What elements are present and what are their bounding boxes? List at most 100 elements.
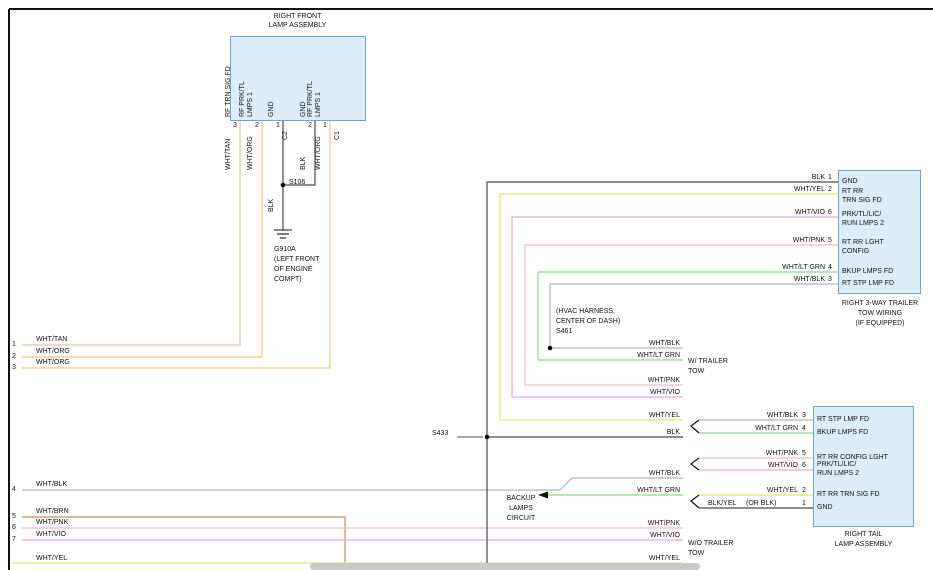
wire-label: WHT/YEL	[770, 186, 825, 194]
trailer-box-caption: RIGHT 3-WAY TRAILER	[830, 300, 930, 308]
pin-number: 6	[828, 209, 832, 217]
pin-number: 3	[233, 122, 237, 130]
terminal-label: GND	[817, 504, 833, 512]
wire-label-alt: (OR BLK)	[746, 500, 776, 508]
pin-number: 3	[828, 276, 832, 284]
wire-label: WHT/YEL	[36, 555, 67, 563]
ground-id: G910A	[274, 246, 296, 254]
wire-label: WHT/LT GRN	[620, 487, 680, 495]
ground-location: OF ENGINE	[274, 266, 313, 274]
splice-location: (HVAC HARNESS,	[556, 308, 615, 316]
splice-s106-dot	[281, 183, 286, 188]
wire-label: WHT/LT GRN	[620, 352, 680, 360]
wiring-layer	[0, 0, 933, 570]
trailer-box-caption: TOW WIRING	[830, 310, 930, 318]
wire-wht-brn-feed	[22, 517, 345, 570]
wire-label: WHT/PNK	[620, 377, 680, 385]
wire-label: WHT/YEL	[620, 555, 680, 563]
wire-label: BLK	[300, 157, 307, 170]
wire-label: WHT/PNK	[770, 237, 825, 245]
splice-location: CENTER OF DASH)	[556, 318, 620, 326]
wire-label: WHT/YEL	[740, 487, 798, 495]
wire-wht-lt-grn-trailer	[538, 272, 838, 360]
terminal-label: RF PRK/TL	[307, 81, 314, 117]
trailer-box-caption: (IF EQUIPPED)	[830, 320, 930, 328]
terminal-label: RT RR TRN SIG FD	[817, 491, 880, 499]
horizontal-scrollbar-thumb[interactable]	[310, 563, 700, 570]
merge-chevron-icon	[691, 495, 699, 508]
wire-wht-org-front-2	[22, 121, 330, 368]
terminal-label: RT STP LMP FD	[817, 416, 869, 424]
backup-circuit-caption: BACKUP	[500, 495, 542, 503]
wire-label: WHT/VIO	[620, 389, 680, 397]
terminal-label: RUN LMPS 2	[842, 220, 884, 228]
pin-number: 2	[255, 122, 259, 130]
terminal-label: GND	[842, 178, 858, 186]
splice-s433-dot	[485, 435, 490, 440]
pin-number: 5	[828, 237, 832, 245]
tail-box-caption: LAMP ASSEMBLY	[813, 541, 914, 549]
wire-number: 1	[12, 341, 16, 349]
wire-label: WHT/BLK	[620, 470, 680, 478]
merge-chevron-icon	[691, 420, 699, 433]
wire-label: WHT/VIO	[36, 531, 66, 539]
wire-label: WHT/TAN	[225, 139, 232, 170]
pin-number: 6	[802, 462, 806, 470]
wire-label: WHT/BLK	[770, 276, 825, 284]
tail-box-caption: RIGHT TAIL	[813, 531, 914, 539]
pin-number: 4	[828, 264, 832, 272]
backup-circuit-caption: CIRCUIT	[500, 515, 542, 523]
splice-s461-dot	[548, 346, 553, 351]
wire-number: 7	[12, 536, 16, 544]
group-caption: TOW	[688, 550, 704, 558]
pin-number: 2	[308, 122, 312, 130]
wire-label: BLK	[770, 174, 825, 182]
wire-wht-tan-front	[22, 121, 240, 345]
pin-number: 3	[802, 412, 806, 420]
wire-label: WHT/PNK	[36, 519, 68, 527]
merge-chevron-icon	[691, 458, 699, 470]
pin-number: 1	[828, 174, 832, 182]
terminal-label: RF PRK/TL	[239, 81, 246, 117]
pin-number: 1	[802, 500, 806, 508]
wire-number: 6	[12, 524, 16, 532]
wire-label: WHT/VIO	[770, 209, 825, 217]
wire-label: WHT/YEL	[620, 412, 680, 420]
group-caption: W/O TRAILER	[688, 540, 733, 548]
wire-label: WHT/VIO	[620, 532, 680, 540]
wire-number: 2	[12, 353, 16, 361]
wire-number: 4	[12, 486, 16, 494]
ground-location: COMPT)	[274, 276, 302, 284]
splice-label: S106	[289, 179, 305, 187]
wire-wht-yel-trailer	[500, 194, 838, 420]
connector-id: C1	[334, 131, 341, 140]
pin-number: 1	[323, 122, 327, 130]
terminal-label: RT RR LGHT	[842, 239, 884, 247]
terminal-label: CONFIG	[842, 248, 869, 256]
splice-label: S433	[432, 430, 448, 438]
terminal-label: GND	[268, 101, 275, 117]
wire-label: BLK/YEL	[708, 500, 736, 508]
front-lamp-title: LAMP ASSEMBLY	[250, 22, 345, 30]
wire-label: WHT/ORG	[315, 136, 322, 170]
wire-label: WHT/BLK	[620, 340, 680, 348]
terminal-label: RUN LMPS 2	[817, 470, 859, 478]
pin-number: 4	[802, 425, 806, 433]
wire-label: WHT/BLK	[36, 481, 67, 489]
wire-label: WHT/LT GRN	[770, 264, 825, 272]
terminal-label: BKUP LMPS FD	[817, 429, 868, 437]
front-lamp-title: RIGHT FRONT	[250, 13, 345, 21]
backup-circuit-caption: LAMPS	[500, 505, 542, 513]
wiring-diagram-page: RIGHT FRONT LAMP ASSEMBLY RF TRN SIG FD …	[0, 0, 933, 570]
wire-label: WHT/ORG	[36, 359, 70, 367]
wire-label: BLK	[620, 429, 680, 437]
terminal-label: PRK/TL/LIC/	[842, 211, 881, 219]
wire-label: BLK	[268, 199, 275, 212]
terminal-label: RT STP LMP FD	[842, 280, 894, 288]
terminal-label: PRK/TL/LIC/	[817, 461, 856, 469]
wire-label: WHT/PNK	[740, 450, 798, 458]
pin-number: 1	[276, 122, 280, 130]
wire-wht-blk-trailer	[550, 284, 838, 348]
terminal-label: GND	[300, 101, 307, 117]
wire-label: WHT/ORG	[36, 348, 70, 356]
